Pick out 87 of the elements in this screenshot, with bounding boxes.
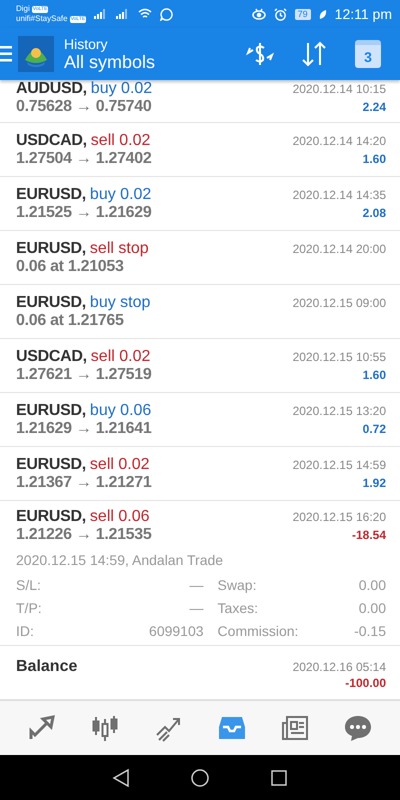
candlestick-icon [90, 713, 120, 743]
detail-label: ID: [16, 623, 35, 640]
profit-value: -18.54 [352, 528, 386, 542]
trade-type: sell 0.06 [90, 508, 150, 526]
carrier-name: unifi#StaySafe [16, 14, 68, 24]
profit-value: 0.72 [362, 422, 386, 436]
history-row[interactable]: EURUSD, buy 0.06 2020.12.15 13:20 1.21629 → 1.21641 0.72 [0, 392, 400, 447]
detail-value: — [188, 600, 204, 616]
detail-value: — [188, 577, 204, 594]
trade-time: 2020.12.15 09:00 [292, 296, 386, 310]
symbol-label: EURUSD, [16, 240, 86, 258]
trade-type: buy 0.06 [90, 402, 152, 420]
profit-value: 1.60 [362, 368, 386, 382]
trade-type: sell 0.02 [90, 348, 150, 366]
history-row[interactable]: EURUSD, buy 0.02 2020.12.14 14:35 1.21525 → 1.21629 2.08 [0, 176, 400, 231]
symbol-label: EURUSD, [16, 186, 86, 204]
trade-type: sell 0.02 [90, 132, 150, 150]
price-range: 1.21226 → 1.21535 [16, 526, 152, 544]
history-row[interactable]: USDCAD, sell 0.02 2020.12.15 10:55 1.27621 → 1.27519 1.60 [0, 338, 400, 393]
trade-type: buy stop [90, 294, 150, 312]
history-row[interactable]: EURUSD, sell stop 2020.12.14 20:00 0.06 at 1.21053 [0, 230, 400, 285]
alarm-icon [274, 8, 287, 20]
trade-type: buy 0.02 [90, 80, 152, 98]
detail-label: T/P: [16, 600, 43, 616]
eye-icon [252, 8, 266, 20]
carrier-name: Digi [16, 4, 30, 14]
profit-value: 1.92 [362, 476, 386, 490]
symbol-filter[interactable]: All symbols [64, 52, 156, 72]
app-logo-icon [18, 36, 54, 72]
detail-label: Taxes: [218, 600, 260, 616]
symbol-label: EURUSD, [16, 508, 86, 526]
screen-title: History [64, 36, 109, 52]
symbol-label: AUDUSD, [16, 80, 87, 98]
price-range: 1.21525 → 1.21629 [16, 204, 152, 222]
order-price: 0.06 at 1.21765 [16, 312, 124, 330]
trade-open-info: 2020.12.15 14:59, Andalan Trade [16, 552, 224, 568]
trade-type: buy 0.02 [90, 186, 152, 204]
trade-time: 2020.12.15 10:55 [292, 350, 386, 364]
history-row[interactable]: EURUSD, sell 0.06 2020.12.15 16:20 1.21226 → 1.21535 -18.54 2020.12.15 14:59, Andalan Trade S/L: — Swap: 0.00 T/P: — Taxes: 0.00 ID: 6099103 Commission: -0.15 [0, 500, 400, 646]
price-range: 0.75628 → 0.75740 [16, 98, 152, 116]
detail-value: -0.15 [353, 623, 386, 640]
trade-time: 2020.12.14 14:35 [292, 188, 386, 202]
trade-type: sell stop [90, 240, 149, 258]
symbol-label: EURUSD, [16, 294, 86, 312]
symbol-label: EURUSD, [16, 456, 86, 474]
chat-bubble-icon [343, 713, 374, 743]
detail-value: 0.00 [358, 600, 386, 616]
price-range: 1.21367 → 1.21271 [16, 474, 152, 492]
detail-label: Swap: [218, 577, 258, 594]
leaf-icon [318, 8, 327, 20]
price-range: 1.27621 → 1.27519 [16, 366, 152, 384]
clock: 12:11 pm [334, 6, 392, 22]
trade-time: 2020.12.15 16:20 [292, 510, 386, 524]
price-range: 1.21629 → 1.21641 [16, 420, 152, 438]
back-icon[interactable] [112, 768, 130, 788]
profit-value: 2.24 [362, 100, 386, 114]
trade-type: sell 0.02 [90, 456, 150, 474]
history-row[interactable]: EURUSD, buy stop 2020.12.15 09:00 0.06 at 1.21765 [0, 284, 400, 339]
symbol-label: EURUSD, [16, 402, 86, 420]
detail-label: Commission: [218, 623, 298, 640]
chat-icon [160, 8, 174, 20]
order-price: 0.06 at 1.21053 [16, 258, 124, 276]
trade-time: 2020.12.14 14:20 [292, 134, 386, 148]
menu-icon[interactable] [0, 45, 12, 63]
home-icon[interactable] [190, 768, 210, 788]
profit-value: 1.60 [362, 152, 386, 166]
trade-time: 2020.12.16 05:14 [292, 660, 386, 674]
balance-label: Balance [16, 658, 78, 676]
detail-value: 0.00 [358, 577, 386, 594]
symbol-label: USDCAD, [16, 132, 87, 150]
price-range: 1.27504 → 1.27402 [16, 150, 152, 168]
recents-icon[interactable] [270, 768, 288, 786]
symbol-label: USDCAD, [16, 348, 87, 366]
detail-label: S/L: [16, 577, 42, 594]
history-row[interactable]: AUDUSD, buy 0.02 2020.12.14 10:15 0.75628 → 0.75740 2.24 [0, 80, 400, 123]
trade-time: 2020.12.15 14:59 [292, 458, 386, 472]
wifi-icon [138, 8, 152, 20]
detail-value: 6099103 [148, 623, 204, 640]
battery-level: 79 [294, 8, 311, 20]
trade-time: 2020.12.15 13:20 [292, 404, 386, 418]
newspaper-icon [280, 713, 310, 743]
profit-value: 2.08 [362, 206, 386, 220]
trade-time: 2020.12.14 20:00 [292, 242, 386, 256]
trade-time: 2020.12.14 10:15 [292, 82, 386, 96]
history-row[interactable]: EURUSD, sell 0.02 2020.12.15 14:59 1.21367 → 1.21271 1.92 [0, 446, 400, 501]
history-row[interactable]: USDCAD, sell 0.02 2020.12.14 14:20 1.27504 → 1.27402 1.60 [0, 122, 400, 177]
profit-value: -100.00 [345, 676, 386, 690]
